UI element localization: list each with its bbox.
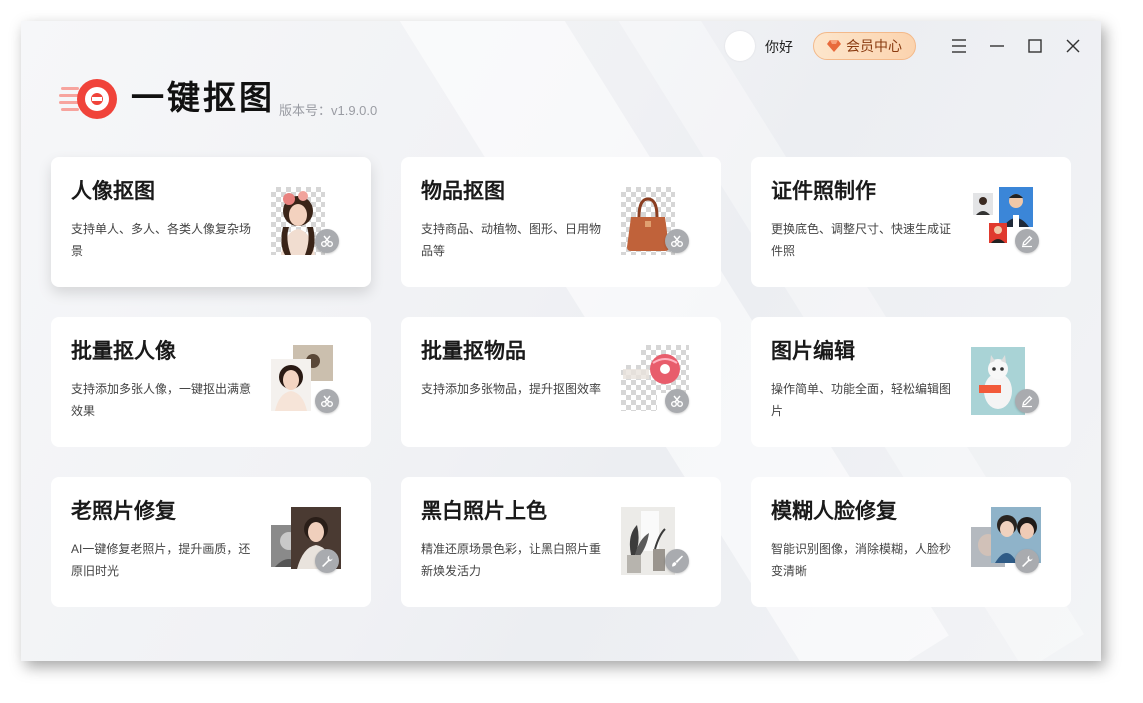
card-description: 支持添加多张物品，提升抠图效率 xyxy=(421,382,602,396)
card-bw-colorize[interactable]: 黑白照片上色 精准还原场景色彩，让黑白照片重新焕发活力 xyxy=(401,477,721,607)
blur-face-thumbnail xyxy=(969,505,1045,581)
card-title: 批量抠人像 xyxy=(71,340,176,363)
scissors-icon xyxy=(315,389,339,413)
close-icon[interactable] xyxy=(1062,35,1084,57)
diamond-icon xyxy=(827,40,841,52)
version-label: 版本号：v1.9.0.0 xyxy=(279,103,378,118)
card-blur-face-repair[interactable]: 模糊人脸修复 智能识别图像，消除模糊，人脸秒变清晰 xyxy=(751,477,1071,607)
card-title: 物品抠图 xyxy=(421,180,505,203)
greeting-text: 你好 xyxy=(765,39,793,55)
app-title: 一键抠图 xyxy=(131,79,275,116)
card-description: 支持商品、动植物、图形、日用物品等 xyxy=(421,222,602,258)
app-window: 你好 会员中心 一键抠图 版本号：v1.9.0.0 人像抠图 支持单人、多人、各… xyxy=(21,21,1101,661)
card-object-cutout[interactable]: 物品抠图 支持商品、动植物、图形、日用物品等 xyxy=(401,157,721,287)
pencil-icon xyxy=(1015,389,1039,413)
card-title: 证件照制作 xyxy=(771,180,876,203)
vip-center-button[interactable]: 会员中心 xyxy=(813,32,916,60)
scissors-icon xyxy=(665,389,689,413)
card-title: 图片编辑 xyxy=(771,340,855,363)
card-title: 批量抠物品 xyxy=(421,340,526,363)
wrench-icon xyxy=(1015,549,1039,573)
minimize-icon[interactable] xyxy=(986,35,1008,57)
old-photo-thumbnail xyxy=(269,505,345,581)
menu-icon[interactable] xyxy=(948,35,970,57)
card-description: AI一键修复老照片，提升画质，还原旧时光 xyxy=(71,542,251,578)
bw-photo-thumbnail xyxy=(619,505,695,581)
wrench-icon xyxy=(315,549,339,573)
scissors-icon xyxy=(665,229,689,253)
card-title: 模糊人脸修复 xyxy=(771,500,897,523)
id-photo-thumbnail xyxy=(969,185,1045,261)
user-avatar[interactable] xyxy=(725,31,755,61)
scissors-icon xyxy=(315,229,339,253)
app-logo-icon xyxy=(59,79,117,119)
card-title: 老照片修复 xyxy=(71,500,176,523)
image-edit-thumbnail xyxy=(969,345,1045,421)
card-title: 人像抠图 xyxy=(71,180,155,203)
batch-object-thumbnail xyxy=(619,345,695,421)
card-image-edit[interactable]: 图片编辑 操作简单、功能全面，轻松编辑图片 xyxy=(751,317,1071,447)
card-batch-object[interactable]: 批量抠物品 支持添加多张物品，提升抠图效率 xyxy=(401,317,721,447)
card-id-photo[interactable]: 证件照制作 更换底色、调整尺寸、快速生成证件照 xyxy=(751,157,1071,287)
card-description: 精准还原场景色彩，让黑白照片重新焕发活力 xyxy=(421,542,602,578)
card-description: 操作简单、功能全面，轻松编辑图片 xyxy=(771,382,952,418)
card-description: 智能识别图像，消除模糊，人脸秒变清晰 xyxy=(771,542,952,578)
portrait-thumbnail xyxy=(269,185,345,261)
vip-center-label: 会员中心 xyxy=(846,38,902,54)
maximize-icon[interactable] xyxy=(1024,35,1046,57)
pencil-icon xyxy=(1015,229,1039,253)
card-old-photo-repair[interactable]: 老照片修复 AI一键修复老照片，提升画质，还原旧时光 xyxy=(51,477,371,607)
batch-portrait-thumbnail xyxy=(269,345,345,421)
card-portrait-cutout[interactable]: 人像抠图 支持单人、多人、各类人像复杂场景 xyxy=(51,157,371,287)
card-description: 更换底色、调整尺寸、快速生成证件照 xyxy=(771,222,952,258)
card-description: 支持添加多张人像，一键抠出满意效果 xyxy=(71,382,252,418)
card-batch-portrait[interactable]: 批量抠人像 支持添加多张人像，一键抠出满意效果 xyxy=(51,317,371,447)
card-description: 支持单人、多人、各类人像复杂场景 xyxy=(71,222,252,258)
bag-thumbnail xyxy=(619,185,695,261)
brush-icon xyxy=(665,549,689,573)
card-title: 黑白照片上色 xyxy=(421,500,547,523)
